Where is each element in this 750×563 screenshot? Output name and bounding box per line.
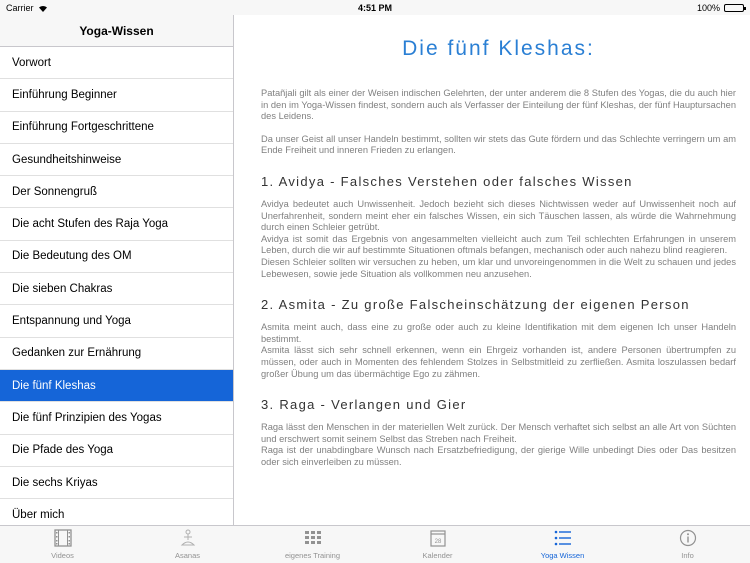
carrier-label: Carrier [6, 2, 34, 13]
sidebar-menu: Vorwort Einführung Beginner Einführung F… [0, 47, 233, 525]
tab-info[interactable]: Info [625, 526, 750, 563]
sidebar-item-sonnengruss[interactable]: Der Sonnengruß [0, 176, 233, 209]
section-avidya-paragraph-1: Avidya bedeutet auch Unwissenheit. Jedoc… [261, 198, 736, 233]
sidebar-item-prinzipien[interactable]: Die fünf Prinzipien des Yogas [0, 402, 233, 435]
sidebar-item-entspannung[interactable]: Entspannung und Yoga [0, 305, 233, 338]
status-left: Carrier [6, 3, 48, 13]
section-raga-paragraph-2: Raga ist der unabdingbare Wunsch nach Er… [261, 445, 736, 467]
sidebar-item-chakras[interactable]: Die sieben Chakras [0, 273, 233, 306]
sidebar-item-acht-stufen[interactable]: Die acht Stufen des Raja Yoga [0, 208, 233, 241]
tab-videos[interactable]: Videos [0, 526, 125, 563]
section-asmita-paragraph-2: Asmita lässt sich sehr schnell erkennen,… [261, 345, 736, 379]
sidebar-item-gesundheitshinweise[interactable]: Gesundheitshinweise [0, 144, 233, 177]
sidebar-item-ueber-mich[interactable]: Über mich [0, 499, 233, 525]
tab-eigenes-training[interactable]: eigenes Training [250, 526, 375, 563]
status-time: 4:51 PM [357, 2, 392, 13]
tab-label: Kalender [422, 551, 453, 560]
tab-asanas[interactable]: Asanas [125, 526, 250, 563]
article-content[interactable]: Die fünf Kleshas: Patañjali gilt als ein… [235, 15, 750, 525]
sidebar-item-vorwort[interactable]: Vorwort [0, 47, 233, 80]
grid-icon [303, 529, 323, 551]
info-icon [678, 529, 698, 551]
sidebar-item-einfuehrung-fortgeschrittene[interactable]: Einführung Fortgeschrittene [0, 112, 233, 144]
section-heading-raga: 3. Raga - Verlangen und Gier [261, 397, 467, 413]
yoga-pose-icon [178, 529, 198, 551]
tab-bar: Videos Asanas eigenes Training 28 Kalend… [0, 525, 750, 563]
section-avidya-paragraph-3: Diesen Schleier sollten wir versuchen zu… [261, 256, 736, 279]
svg-text:28: 28 [434, 539, 441, 545]
sidebar-item-pfade[interactable]: Die Pfade des Yoga [0, 435, 233, 467]
section-heading-asmita: 2. Asmita - Zu große Falscheinschätzung … [261, 297, 690, 313]
sidebar-item-om[interactable]: Die Bedeutung des OM [0, 241, 233, 274]
section-asmita-paragraph-1: Asmita meint auch, dass eine zu große od… [261, 322, 736, 344]
tab-yoga-wissen[interactable]: Yoga Wissen [500, 526, 625, 563]
tab-label: Videos [51, 551, 74, 560]
sidebar: Yoga-Wissen Vorwort Einführung Beginner … [0, 15, 234, 525]
sidebar-title: Yoga-Wissen [0, 15, 233, 47]
list-icon [553, 529, 573, 551]
tab-label: Asanas [174, 551, 201, 560]
wifi-icon [38, 4, 48, 12]
section-avidya-paragraph-2: Avidya ist somit das Ergebnis von angesa… [261, 233, 736, 256]
intro-paragraph-1: Patañjali gilt als einer der Weisen indi… [261, 88, 736, 122]
tab-label: Info [681, 551, 694, 560]
tab-label: Yoga Wissen [540, 551, 585, 560]
page-title: Die fünf Kleshas: [402, 37, 595, 60]
tab-kalender[interactable]: 28 Kalender [375, 526, 500, 563]
calendar-icon: 28 [428, 529, 448, 551]
section-heading-avidya: 1. Avidya - Falsches Verstehen oder fals… [261, 173, 633, 189]
status-bar: Carrier 4:51 PM 100% [0, 0, 750, 15]
section-raga-paragraph-1: Raga lässt den Menschen in der materiell… [261, 422, 736, 444]
sidebar-item-ernaehrung[interactable]: Gedanken zur Ernährung [0, 338, 233, 370]
intro-paragraph-2: Da unser Geist all unser Handeln bestimm… [261, 133, 736, 156]
sidebar-item-kleshas[interactable]: Die fünf Kleshas [0, 369, 233, 403]
battery-icon [724, 3, 746, 12]
battery-label: 100% [696, 2, 720, 13]
sidebar-item-kriyas[interactable]: Die sechs Kriyas [0, 467, 233, 500]
tab-label: eigenes Training [284, 551, 341, 560]
status-right: 100% [696, 2, 746, 13]
sidebar-item-einfuehrung-beginner[interactable]: Einführung Beginner [0, 79, 233, 112]
film-icon [53, 529, 73, 551]
